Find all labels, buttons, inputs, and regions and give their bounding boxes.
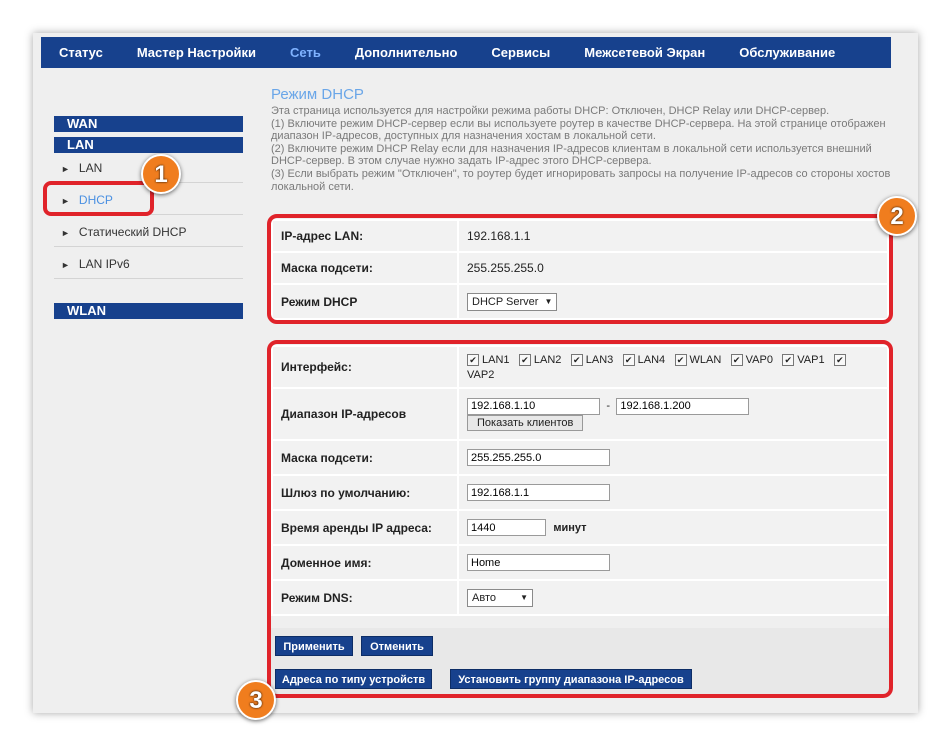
checkbox-checked-icon: ✔	[570, 354, 583, 366]
dns-mode-cell: Авто ▼	[459, 581, 887, 614]
subnet-mask-cell	[459, 441, 887, 474]
nav-network[interactable]: Сеть	[273, 45, 338, 60]
lan-ip-label: IP-адрес LAN:	[273, 221, 457, 251]
checkbox-label: VAP2	[467, 369, 495, 381]
nav-maintenance[interactable]: Обслуживание	[722, 45, 852, 60]
subnet-mask-input[interactable]	[467, 449, 610, 466]
ip-range-label: Диапазон IP-адресов	[273, 389, 457, 439]
sidebar-wan[interactable]: WAN	[54, 116, 243, 132]
dns-mode-label: Режим DNS:	[273, 581, 457, 614]
dhcp-mode-cell: DHCP Server ▼	[459, 285, 887, 318]
ip-range-start-input[interactable]	[467, 397, 600, 415]
checkbox-checked-icon: ✔	[833, 354, 846, 366]
lease-time-cell: минут	[459, 511, 887, 544]
checkbox-checked-icon: ✔	[518, 354, 531, 366]
gateway-label: Шлюз по умолчанию:	[273, 476, 457, 509]
nav-firewall[interactable]: Межсетевой Экран	[567, 45, 722, 60]
checkbox-checked-icon: ✔	[730, 354, 743, 366]
domain-name-label: Доменное имя:	[273, 546, 457, 579]
subnet-mask-value: 255.255.255.0	[459, 253, 887, 283]
checkbox-label: VAP0	[745, 354, 773, 366]
sidebar-lan[interactable]: LAN	[54, 137, 243, 153]
step-badge-2: 2	[877, 196, 917, 236]
dhcp-mode-label: Режим DHCP	[273, 285, 457, 318]
dhcp-mode-value: DHCP Server	[472, 295, 539, 308]
checkbox-checked-icon: ✔	[622, 354, 635, 366]
step-badge-3: 3	[236, 680, 276, 720]
checkbox-wlan[interactable]: ✔ WLAN	[674, 353, 722, 367]
sidebar-item-label: LAN IPv6	[78, 257, 130, 271]
dns-mode-select[interactable]: Авто ▼	[467, 588, 533, 607]
subnet-mask-label: Маска подсети:	[273, 253, 457, 283]
description-line: (3) Если выбрать режим "Отключен", то ро…	[271, 167, 891, 193]
sidebar-item-static-dhcp[interactable]: ► Статический DHCP	[54, 217, 243, 247]
sidebar-item-lan-ipv6[interactable]: ► LAN IPv6	[54, 249, 243, 279]
lan-ip-value: 192.168.1.1	[459, 221, 887, 251]
checkbox-label: WLAN	[689, 354, 722, 366]
sidebar-item-label: LAN	[78, 161, 103, 175]
apply-button[interactable]: Применить	[275, 636, 353, 656]
lan-info-table: IP-адрес LAN: 192.168.1.1 Маска подсети:…	[271, 219, 889, 320]
sidebar-item-label: Статический DHCP	[78, 225, 187, 239]
arrow-right-icon: ►	[61, 260, 70, 270]
lease-time-label: Время аренды IP адреса:	[273, 511, 457, 544]
domain-name-cell	[459, 546, 887, 579]
range-separator: -	[606, 400, 611, 412]
nav-services[interactable]: Сервисы	[474, 45, 567, 60]
ip-range-cell: - Показать клиентов	[459, 389, 887, 439]
top-navigation: Статус Мастер Настройки Сеть Дополнитель…	[41, 37, 891, 68]
description-line: (1) Включите режим DHCP-сервер если вы и…	[271, 117, 886, 143]
checkbox-label: LAN1	[482, 354, 510, 366]
checkbox-vap1[interactable]: ✔ VAP1	[782, 353, 825, 367]
interface-label: Интерфейс:	[273, 347, 457, 387]
arrow-right-icon: ►	[61, 196, 70, 206]
checkbox-vap0[interactable]: ✔ VAP0	[730, 353, 773, 367]
description-line: Эта страница используется для настройки …	[271, 105, 830, 117]
domain-name-input[interactable]	[467, 554, 610, 571]
checkbox-vap2[interactable]: ✔	[833, 354, 849, 366]
checkbox-label: LAN4	[637, 354, 666, 366]
cancel-button[interactable]: Отменить	[361, 636, 433, 656]
lease-unit: минут	[553, 521, 587, 534]
nav-advanced[interactable]: Дополнительно	[338, 45, 475, 60]
nav-status[interactable]: Статус	[41, 45, 120, 60]
dhcp-settings-table: Интерфейс: ✔ LAN1 ✔ LAN2 ✔ LAN3 ✔ LAN4 ✔ WLAN…	[271, 345, 889, 616]
caret-down-icon: ▼	[544, 297, 553, 306]
description-line: (2) Включите режим DHCP Relay если для н…	[271, 142, 872, 168]
caret-down-icon: ▼	[520, 593, 528, 602]
checkbox-lan3[interactable]: ✔ LAN3	[570, 353, 614, 367]
checkbox-label: LAN2	[533, 354, 562, 366]
checkbox-label: LAN3	[585, 354, 614, 366]
nav-setup-wizard[interactable]: Мастер Настройки	[120, 45, 273, 60]
interface-cell: ✔ LAN1 ✔ LAN2 ✔ LAN3 ✔ LAN4 ✔ WLAN ✔ VAP0 ✔ VAP…	[459, 347, 887, 387]
subnet-mask-label: Маска подсети:	[273, 441, 457, 474]
checkbox-lan1[interactable]: ✔ LAN1	[467, 353, 510, 367]
step-badge-1: 1	[141, 154, 181, 194]
sidebar-item-label: DHCP	[78, 193, 113, 207]
arrow-right-icon: ►	[61, 228, 70, 238]
sidebar-wlan[interactable]: WLAN	[54, 303, 243, 319]
lease-time-input[interactable]	[467, 519, 546, 536]
show-clients-button[interactable]: Показать клиентов	[467, 414, 584, 431]
checkbox-lan2[interactable]: ✔ LAN2	[518, 353, 562, 367]
dhcp-mode-select[interactable]: DHCP Server ▼	[467, 292, 558, 311]
device-address-button[interactable]: Адреса по типу устройств	[275, 669, 432, 689]
checkbox-checked-icon: ✔	[782, 354, 795, 366]
arrow-right-icon: ►	[61, 164, 70, 174]
checkbox-checked-icon: ✔	[674, 354, 687, 366]
gateway-cell	[459, 476, 887, 509]
checkbox-lan4[interactable]: ✔ LAN4	[622, 353, 666, 367]
checkbox-checked-icon: ✔	[467, 354, 479, 366]
ip-range-end-input[interactable]	[616, 397, 750, 415]
page-title: Режим DHCP	[271, 86, 364, 103]
checkbox-label: VAP1	[797, 354, 825, 366]
gateway-input[interactable]	[467, 484, 610, 501]
page-description: Эта страница используется для настройки …	[271, 105, 891, 193]
set-range-group-button[interactable]: Установить группу диапазона IP-адресов	[450, 669, 692, 689]
dns-mode-value: Авто	[472, 591, 496, 604]
